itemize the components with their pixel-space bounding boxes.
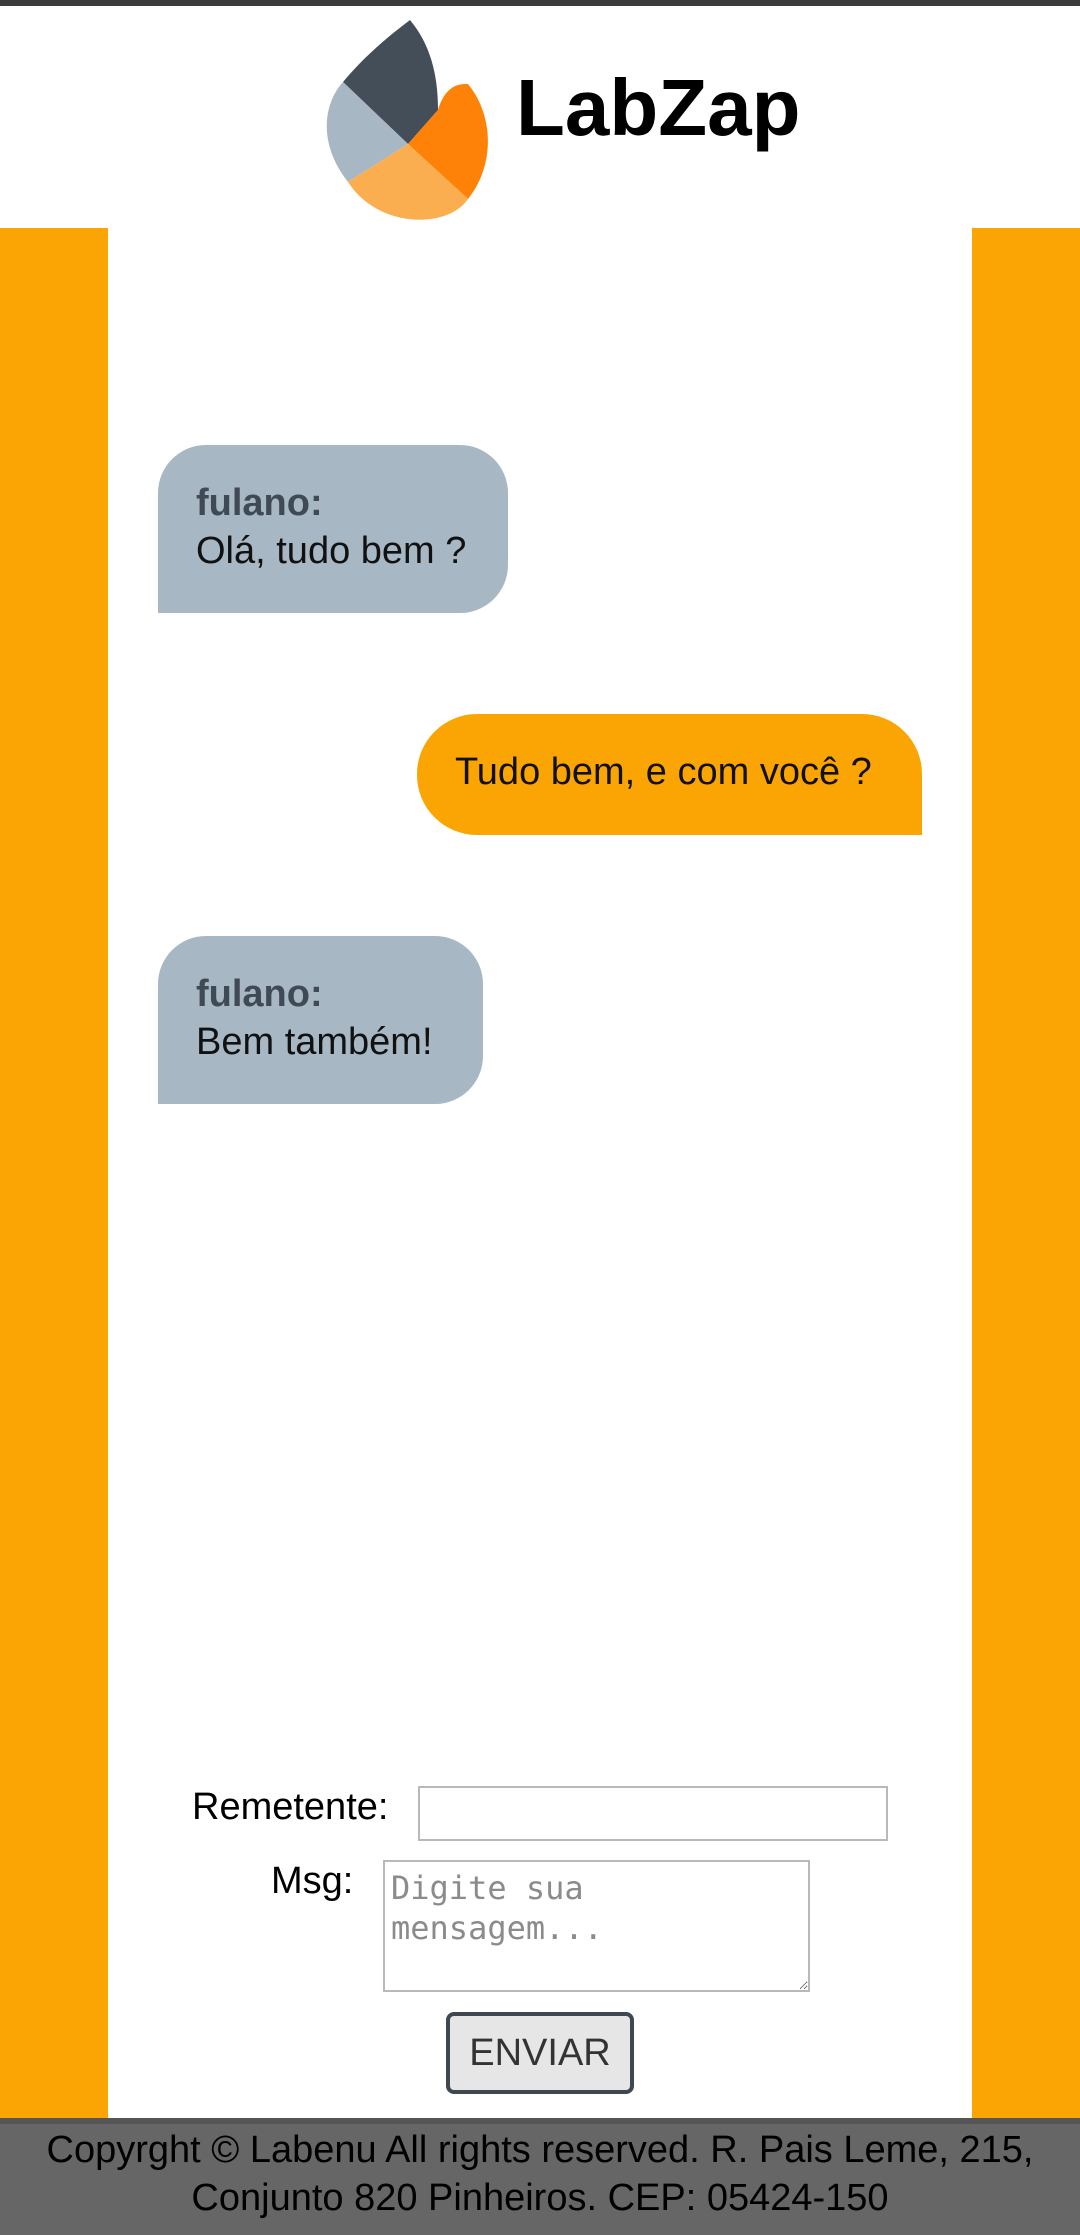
sender-input[interactable] — [418, 1786, 888, 1841]
message-text: Olá, tudo bem ? — [196, 530, 467, 572]
footer-copyright-line2: Conjunto 820 Pinheiros. CEP: 05424-150 — [191, 2177, 889, 2219]
message-bubble-incoming: fulano: Bem também! — [158, 936, 483, 1104]
footer-copyright-line1: Copyrght © Labenu All rights reserved. R… — [46, 2129, 1034, 2171]
sender-label: Remetente: — [192, 1786, 389, 1828]
footer: Copyrght © Labenu All rights reserved. R… — [0, 2118, 1080, 2235]
message-text: Tudo bem, e com você ? — [455, 751, 872, 793]
app-header: LabZap — [0, 6, 1080, 228]
send-button[interactable]: ENVIAR — [446, 2012, 634, 2094]
message-input[interactable] — [383, 1860, 810, 1992]
app-title: LabZap — [516, 63, 801, 152]
message-bubble-outgoing: Tudo bem, e com você ? — [417, 714, 922, 835]
message-sender: fulano: — [196, 482, 323, 524]
flame-petal-logo-icon — [326, 20, 488, 220]
message-text: Bem também! — [196, 1021, 433, 1063]
left-side-panel — [0, 228, 108, 2118]
message-sender: fulano: — [196, 973, 323, 1015]
right-side-panel — [972, 228, 1080, 2118]
message-bubble-incoming: fulano: Olá, tudo bem ? — [158, 445, 508, 613]
message-label: Msg: — [271, 1860, 354, 1902]
